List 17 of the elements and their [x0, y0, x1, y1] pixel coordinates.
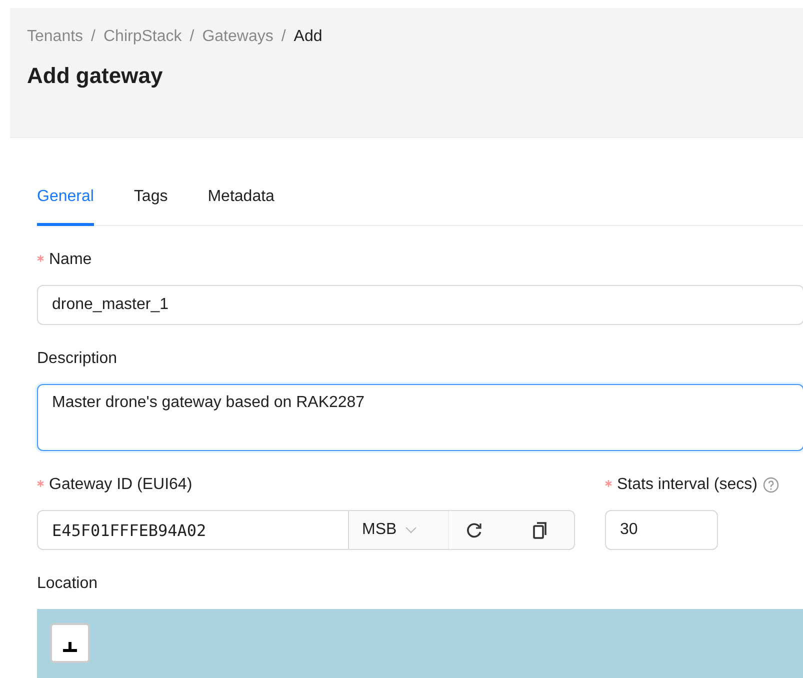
description-field[interactable]: Master drone's gateway based on RAK2287 — [37, 384, 803, 451]
breadcrumb-separator: / — [190, 27, 194, 47]
breadcrumb-separator: / — [281, 27, 286, 47]
gateway-id-field[interactable]: E45F01FFFEB94A02 — [37, 510, 349, 550]
tab[interactable]: Tags — [134, 186, 168, 226]
tab[interactable]: General — [37, 186, 94, 226]
field-label: Location — [37, 574, 98, 594]
tab[interactable]: Metadata — [208, 186, 274, 226]
field-label: Gateway ID (EUI64) — [49, 475, 192, 495]
breadcrumb-separator: / — [91, 27, 96, 47]
name-field[interactable]: drone_master_1 — [37, 285, 803, 325]
page-title: Add gateway — [27, 63, 164, 89]
field-label: Description — [37, 349, 118, 369]
field-label: Stats interval (secs) — [617, 475, 758, 495]
field-label: Name — [49, 250, 92, 270]
breadcrumb-current: Add — [294, 27, 322, 47]
stats-interval-field[interactable]: 30 — [605, 510, 718, 550]
